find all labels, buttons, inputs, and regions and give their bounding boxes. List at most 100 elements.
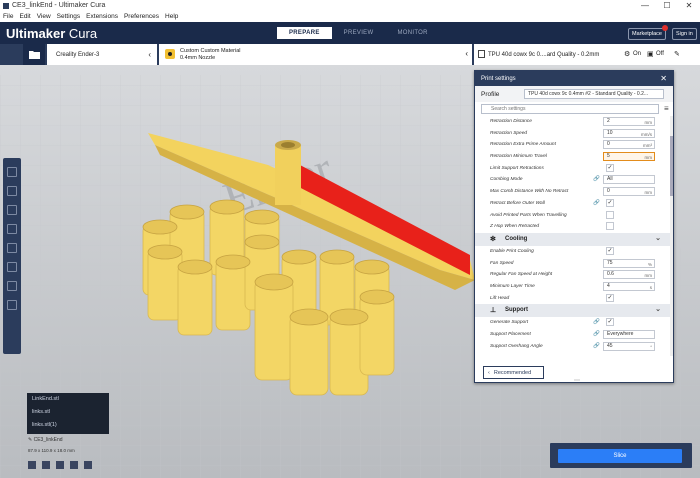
value-field[interactable]: 5 mm — [603, 152, 655, 162]
support-blocker-icon[interactable] — [7, 262, 17, 272]
chevron-left-icon: ‹ — [488, 369, 490, 376]
setting-row: Regular Fan Speed at Height 0.6 mm — [475, 269, 671, 281]
value-field[interactable]: 45 ° — [603, 341, 655, 351]
view-top-icon[interactable] — [56, 461, 64, 469]
value-field[interactable]: 0.6 mm — [603, 270, 655, 280]
move-tool-icon[interactable] — [7, 167, 17, 177]
tab-preview[interactable]: PREVIEW — [332, 27, 386, 39]
link-icon: 🔗 — [593, 331, 600, 337]
menu-icon[interactable]: ≡ — [664, 104, 669, 113]
value-field[interactable]: 0 mm — [603, 187, 655, 197]
settings-scrollbar[interactable] — [670, 116, 673, 356]
close-icon[interactable]: ✕ — [660, 74, 667, 83]
menu-edit[interactable]: Edit — [16, 13, 33, 20]
tab-tool-icon[interactable] — [7, 281, 17, 291]
stage-tabs: PREPARE PREVIEW MONITOR — [277, 27, 440, 39]
menu-settings[interactable]: Settings — [54, 13, 84, 20]
support-icon: ⚙ — [624, 51, 631, 58]
close-button[interactable]: ✕ — [678, 0, 700, 11]
print-settings-panel: Print settings ✕ Profile TPU 40d cowx 9c… — [474, 70, 674, 384]
pencil-icon[interactable]: ✎ — [28, 437, 32, 443]
menu-help[interactable]: Help — [162, 13, 181, 20]
setting-row: Minimum Layer Time 4 s — [475, 281, 671, 293]
object-list: LinkEnd.stl links.stl links.stl(1) — [27, 393, 109, 434]
open-file-button[interactable] — [23, 44, 45, 65]
adhesion-icon: ▣ — [647, 51, 654, 58]
chevron-down-icon: ⌄ — [655, 306, 661, 314]
profile-summary: TPU 40d cowx 9c 0....ard Quality - 0.2mm — [488, 51, 600, 58]
checkbox[interactable]: ✓ — [606, 163, 614, 172]
search-row: ⌕ ≡ — [475, 102, 673, 116]
scroll-thumb[interactable] — [670, 136, 673, 196]
profile-dropdown[interactable]: TPU 40d cowx 9c 0.4mm #2 - Standard Qual… — [524, 89, 664, 99]
print-profile-selector[interactable]: TPU 40d cowx 9c 0....ard Quality - 0.2mm… — [474, 44, 700, 65]
tab-prepare[interactable]: PREPARE — [277, 27, 332, 39]
setting-row: Retract Before Outer Wall 🔗 ✓ — [475, 198, 671, 210]
setting-row: Support Overhang Angle 🔗 45 ° — [475, 341, 671, 353]
list-item[interactable]: links.stl — [27, 406, 109, 419]
value-field[interactable]: 4s — [603, 281, 655, 291]
fan-icon: ✻ — [490, 235, 496, 243]
profile-row: Profile TPU 40d cowx 9c 0.4mm #2 - Stand… — [475, 86, 673, 102]
view-right-icon[interactable] — [84, 461, 92, 469]
setting-row: Combing Mode 🔗 All — [475, 174, 671, 187]
profile-icon — [478, 50, 485, 58]
value-field[interactable]: 75% — [603, 258, 655, 268]
signin-button[interactable]: Sign in — [672, 28, 697, 40]
chevron-down-icon: ⌄ — [655, 234, 661, 242]
setting-row: Avoid Printed Parts When Travelling — [475, 210, 671, 222]
minimize-button[interactable]: — — [634, 0, 656, 11]
link-icon: 🔗 — [593, 319, 600, 326]
chevron-left-icon: ‹ — [148, 50, 151, 59]
setting-row: Generate Support 🔗 ✓ — [475, 317, 671, 329]
maximize-button[interactable]: ☐ — [656, 0, 678, 11]
category-cooling[interactable]: ✻ Cooling ⌄ — [475, 232, 671, 246]
title-bar: CE3_linkEnd - Ultimaker Cura — ☐ ✕ — [0, 0, 700, 11]
view-left-icon[interactable] — [70, 461, 78, 469]
setting-row: Retraction Distance 2 mm — [475, 116, 671, 128]
recommended-button[interactable]: ‹ Recommended — [483, 366, 544, 379]
view-front-icon[interactable] — [42, 461, 50, 469]
select-field[interactable]: Everywhere — [603, 330, 655, 339]
tool-extra-icon[interactable] — [7, 300, 17, 310]
checkbox[interactable]: ✓ — [606, 318, 614, 327]
value-field[interactable]: 2 mm — [603, 117, 655, 126]
job-bar: Creality Ender-3 ‹ Custom Custom Materia… — [0, 44, 700, 65]
slice-button[interactable]: Slice — [558, 449, 682, 463]
action-panel: Slice — [550, 443, 692, 468]
panel-resize-handle[interactable]: ⋯ — [574, 377, 580, 384]
category-support[interactable]: ⊥ Support ⌄ — [475, 304, 671, 318]
chevron-left-icon: ‹ — [465, 49, 468, 58]
link-icon: 🔗 — [593, 199, 600, 206]
menu-extensions[interactable]: Extensions — [83, 13, 121, 20]
pencil-icon: ✎ — [674, 51, 680, 58]
link-icon: 🔗 — [593, 176, 600, 183]
tab-monitor[interactable]: MONITOR — [385, 27, 439, 39]
per-model-settings-icon[interactable] — [7, 243, 17, 253]
rotate-tool-icon[interactable] — [7, 205, 17, 215]
window-title: CE3_linkEnd - Ultimaker Cura — [12, 2, 106, 9]
checkbox[interactable]: ✓ — [606, 198, 614, 207]
view-3d-icon[interactable] — [28, 461, 36, 469]
select-field[interactable]: All — [603, 175, 655, 185]
material-selector[interactable]: Custom Custom Material 0.4mm Nozzle ‹ — [159, 44, 472, 65]
checkbox[interactable]: ✓ — [606, 246, 614, 255]
mirror-tool-icon[interactable] — [7, 224, 17, 234]
menu-bar: File Edit View Settings Extensions Prefe… — [0, 11, 700, 22]
menu-file[interactable]: File — [0, 13, 16, 20]
list-item[interactable]: LinkEnd.stl — [27, 393, 109, 406]
marketplace-button[interactable]: Marketplace — [628, 28, 666, 40]
printer-selector[interactable]: Creality Ender-3 ‹ — [47, 44, 157, 65]
value-field[interactable]: 0 mm³ — [603, 140, 655, 150]
scale-tool-icon[interactable] — [7, 186, 17, 196]
search-input[interactable] — [481, 104, 659, 114]
checkbox[interactable] — [606, 222, 614, 231]
menu-view[interactable]: View — [34, 13, 54, 20]
value-field[interactable]: 10 mm/s — [603, 128, 655, 138]
checkbox[interactable]: ✓ — [606, 293, 614, 302]
list-item[interactable]: links.stl(1) — [27, 419, 109, 432]
menu-preferences[interactable]: Preferences — [121, 13, 162, 20]
checkbox[interactable] — [606, 210, 614, 219]
profile-label: Profile — [481, 90, 500, 98]
printer-name: Creality Ender-3 — [56, 51, 100, 58]
